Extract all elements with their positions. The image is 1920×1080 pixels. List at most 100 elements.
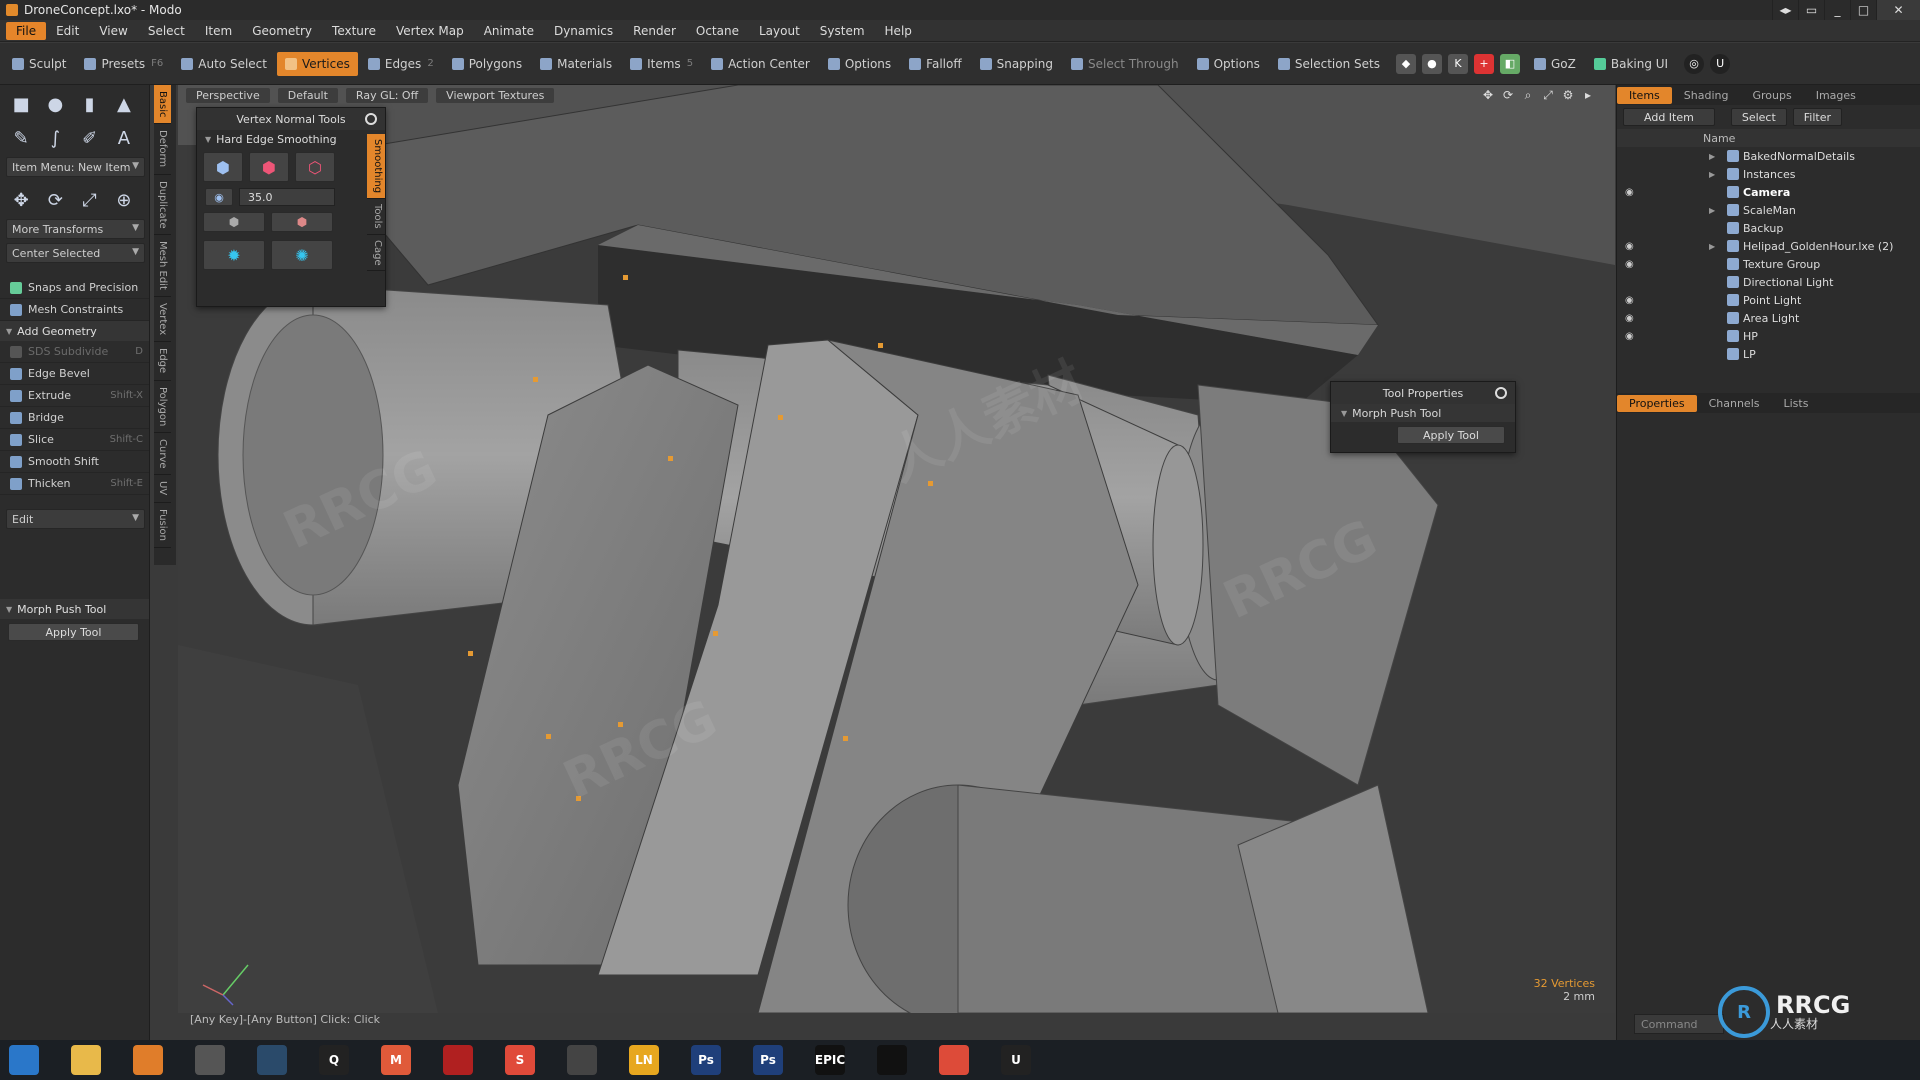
text-icon[interactable]: A [111,125,137,151]
gear-icon[interactable]: ⚙ [1561,88,1575,102]
cone-icon[interactable]: ▲ [111,91,137,117]
gear-normal-icon[interactable]: ✹ [203,240,265,270]
item-list-row[interactable]: ◉ Texture Group [1617,255,1920,273]
app-red-icon[interactable] [434,1040,482,1080]
color-icon[interactable]: ◧ [1499,53,1520,74]
window-extra-button-1[interactable]: ◂▸ [1772,0,1798,20]
apply-tool-button-left[interactable]: Apply Tool [8,623,139,641]
gear-normal-alt-icon[interactable]: ✺ [271,240,333,270]
minimize-button[interactable]: _ [1824,0,1850,20]
view-default-button[interactable]: Default [277,87,338,103]
menu-item[interactable]: Item [195,22,242,40]
steam-icon[interactable] [248,1040,296,1080]
vtab-vertex[interactable]: Vertex [154,297,171,343]
snapping-button[interactable]: Snapping [972,52,1061,76]
pin-icon[interactable] [1495,387,1507,399]
action-center-button[interactable]: Action Center [703,52,818,76]
center-selected-dropdown[interactable]: Center Selected ▼ [6,243,145,263]
unreal-icon[interactable]: U [992,1040,1040,1080]
tab-groups[interactable]: Groups [1740,87,1803,104]
item-list-row[interactable]: ◉ Point Light [1617,291,1920,309]
sphere-icon[interactable]: ● [1421,53,1442,74]
vertex-normal-small-icon[interactable]: ⬢ [203,212,265,232]
menu-texture[interactable]: Texture [322,22,386,40]
item-list-row[interactable]: Backup [1617,219,1920,237]
angle-icon[interactable]: ◉ [205,188,233,206]
photoshop-icon-2[interactable]: Ps [744,1040,792,1080]
cube-normal-icon[interactable]: ⬢ [203,152,243,182]
sketch-icon[interactable]: ✐ [77,125,103,151]
apply-tool-button[interactable]: Apply Tool [1397,426,1505,444]
eye-icon[interactable]: ◉ [1625,241,1639,252]
view-perspective-button[interactable]: Perspective [186,87,270,103]
rotate-icon[interactable]: ⟳ [42,187,68,213]
window-extra-button-2[interactable]: ▭ [1798,0,1824,20]
close-button[interactable]: ✕ [1876,0,1920,20]
more-transforms-dropdown[interactable]: More Transforms ▼ [6,219,145,239]
eye-icon[interactable]: ◉ [1625,331,1639,342]
expand-icon[interactable]: ▶ [1709,152,1715,161]
filter-button[interactable]: Filter [1792,108,1843,126]
app-q-icon[interactable]: Q [310,1040,358,1080]
pen-icon[interactable]: ✎ [8,125,34,151]
item-list-row[interactable]: ◉ HP [1617,327,1920,345]
vtab-polygon[interactable]: Polygon [154,381,171,433]
menu-select[interactable]: Select [138,22,195,40]
eye-icon[interactable]: ◉ [1625,313,1639,324]
item-list-row[interactable]: ▶ Instances [1617,165,1920,183]
pan-icon[interactable]: ✥ [1481,88,1495,102]
character-icon[interactable] [186,1040,234,1080]
tool-bridge[interactable]: Bridge [0,407,149,429]
vertices-mode-button[interactable]: Vertices [276,51,358,76]
falloff-button[interactable]: Falloff [901,52,969,76]
chrome-icon[interactable] [930,1040,978,1080]
unreal-toolbar-icon[interactable]: U [1710,53,1731,74]
item-list-row[interactable]: LP [1617,345,1920,363]
item-list-row[interactable]: Directional Light [1617,273,1920,291]
eye-icon[interactable]: ◉ [1625,295,1639,306]
vtab-uv[interactable]: UV [154,475,171,503]
menu-animate[interactable]: Animate [474,22,544,40]
select-through-button[interactable]: Select Through [1063,52,1187,76]
menu-file[interactable]: File [6,21,47,40]
curve-icon[interactable]: ∫ [42,125,68,151]
epic-games-icon[interactable]: EPIC [806,1040,854,1080]
mesh-constraints-button[interactable]: Mesh Constraints [0,299,149,321]
eye-icon[interactable]: ◉ [1625,259,1639,270]
plus-icon[interactable]: + [1473,53,1494,74]
shield-icon[interactable]: ◆ [1395,53,1416,74]
menu-dynamics[interactable]: Dynamics [544,22,623,40]
tool-slice[interactable]: Slice Shift-C [0,429,149,451]
menu-view[interactable]: View [89,22,137,40]
zoom-icon[interactable]: ⌕ [1521,88,1535,102]
presets-button[interactable]: Presets F6 [76,52,171,76]
tool-sds-subdivide[interactable]: SDS Subdivide D [0,341,149,363]
cube-icon[interactable]: ■ [8,91,34,117]
tab-lists[interactable]: Lists [1772,395,1821,412]
cylinder-icon[interactable]: ▮ [77,91,103,117]
file-explorer-icon[interactable] [62,1040,110,1080]
viewport-textures-button[interactable]: Viewport Textures [436,87,555,103]
substance-icon[interactable]: S [496,1040,544,1080]
command-input[interactable]: Command [1634,1014,1724,1034]
expand-icon[interactable]: ▶ [1709,242,1715,251]
menu-system[interactable]: System [810,22,875,40]
vnt-tab-smoothing[interactable]: Smoothing [367,134,385,200]
eye-icon[interactable]: ◉ [1625,187,1639,198]
baking-ui-button[interactable]: Baking UI [1586,52,1676,76]
name-column-header[interactable]: Name [1703,132,1735,145]
edges-mode-button[interactable]: Edges 2 [360,52,442,76]
edit-dropdown[interactable]: Edit ▼ [6,509,145,529]
tool-smooth-shift[interactable]: Smooth Shift [0,451,149,473]
vnt-tab-cage[interactable]: Cage [367,235,385,272]
item-list-row[interactable]: ◉ Camera [1617,183,1920,201]
snaps-precision-button[interactable]: Snaps and Precision [0,277,149,299]
vtab-edge[interactable]: Edge [154,342,171,381]
item-list-row[interactable]: ▶ BakedNormalDetails [1617,147,1920,165]
hard-edge-smoothing-header[interactable]: ▼ Hard Edge Smoothing [197,130,367,148]
octane-icon[interactable]: ◎ [1684,53,1705,74]
select-button[interactable]: Select [1730,108,1787,126]
3d-viewport[interactable]: Perspective Default Ray GL: Off Viewport… [178,85,1615,1013]
item-list-row[interactable]: ◉ Area Light [1617,309,1920,327]
move-icon[interactable]: ✥ [8,187,34,213]
